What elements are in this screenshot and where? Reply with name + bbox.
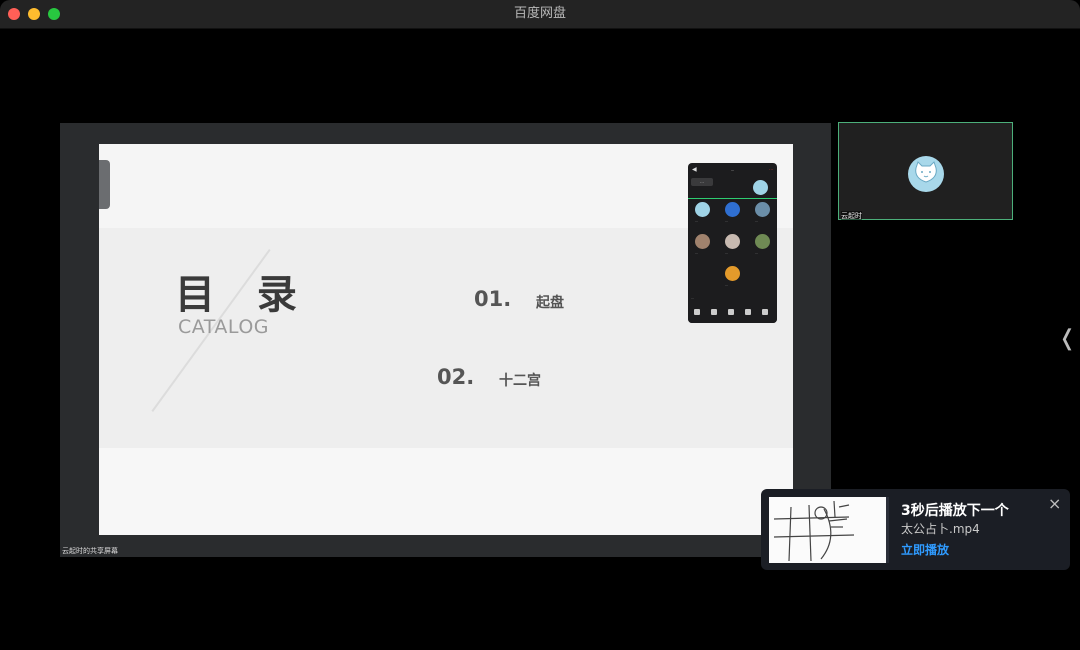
phone-meeting-overlay: ◀ ... ... ... ... ... ... ... ... ... ..… xyxy=(688,163,777,323)
phone-chat-input: ... xyxy=(691,296,694,300)
phone-end-label: ... xyxy=(769,166,773,171)
phone-active-line xyxy=(688,198,777,199)
participant-label: ... xyxy=(755,251,758,255)
thumbnail-divider xyxy=(886,497,889,563)
camera-icon xyxy=(711,309,717,315)
participant-label: ... xyxy=(755,219,758,223)
participant-avatar xyxy=(695,234,710,249)
participant-avatar xyxy=(753,180,768,195)
close-icon[interactable]: × xyxy=(1048,494,1061,513)
participant-label: ... xyxy=(725,219,728,223)
mic-icon xyxy=(694,309,700,315)
autoplay-countdown-text: 3秒后播放下一个 xyxy=(901,503,1009,519)
app-window: 百度网盘 目 录 CATALOG 01. 起盘 02. 十二宫 ◀ ... ..… xyxy=(0,0,1080,650)
catalog-item-text: 十二宫 xyxy=(499,373,541,389)
participant-video-tile[interactable]: 云起时 xyxy=(838,122,1013,221)
autoplay-next-popup: 3秒后播放下一个 太公占卜.mp4 立即播放 × xyxy=(761,489,1070,570)
catalog-item-number: 02. xyxy=(437,365,475,389)
participant-avatar xyxy=(725,234,740,249)
members-icon xyxy=(745,309,751,315)
more-icon xyxy=(762,309,768,315)
participant-avatar xyxy=(725,266,740,281)
panel-drag-handle[interactable] xyxy=(99,160,110,209)
participant-label: ... xyxy=(725,251,728,255)
chat-icon xyxy=(728,309,734,315)
next-video-thumbnail[interactable] xyxy=(769,497,886,563)
participant-label: ... xyxy=(725,283,728,287)
shared-screen-label: 云起时的共享屏幕 xyxy=(62,547,118,555)
phone-toolbar xyxy=(688,306,777,323)
phone-meeting-title: ... xyxy=(730,167,735,172)
slide-band-bottom xyxy=(99,448,793,535)
participant-avatar xyxy=(695,202,710,217)
title-bar: 百度网盘 xyxy=(0,0,1080,29)
participant-avatar-icon xyxy=(908,156,944,192)
catalog-item-number: 01. xyxy=(474,287,512,311)
slide-title: 目 录 xyxy=(175,272,311,318)
catalog-item-text: 起盘 xyxy=(536,295,564,311)
slide-subtitle: CATALOG xyxy=(178,316,270,338)
phone-chip: ... xyxy=(691,178,713,186)
play-now-button[interactable]: 立即播放 xyxy=(901,541,949,558)
participant-label: ... xyxy=(695,251,698,255)
participant-avatar xyxy=(755,234,770,249)
participant-name: 云起时 xyxy=(841,211,862,221)
participant-label: ... xyxy=(695,219,698,223)
participant-avatar xyxy=(725,202,740,217)
participant-avatar xyxy=(755,202,770,217)
collapse-panel-icon[interactable]: ❬ xyxy=(1058,326,1076,351)
next-file-name: 太公占卜.mp4 xyxy=(901,522,980,536)
window-title: 百度网盘 xyxy=(513,6,566,21)
